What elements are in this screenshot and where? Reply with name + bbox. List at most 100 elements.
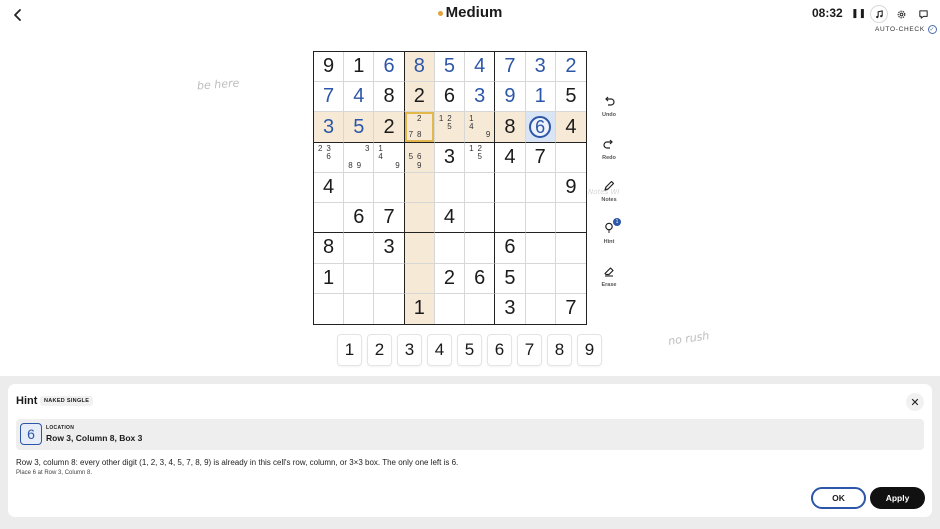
board-cell[interactable] — [344, 233, 375, 264]
board-cell[interactable]: 2 — [374, 112, 405, 143]
number-key[interactable]: 7 — [517, 334, 542, 366]
board-cell[interactable] — [374, 172, 405, 204]
number-key[interactable]: 8 — [547, 334, 572, 366]
undo-button[interactable]: Undo — [595, 94, 623, 118]
board-cell[interactable]: 125 — [434, 112, 466, 143]
board-cell[interactable]: 149 — [374, 142, 405, 173]
board-cell[interactable] — [434, 233, 466, 264]
board-cell[interactable] — [555, 143, 586, 173]
auto-check-toggle[interactable]: AUTO-CHECK ✓ — [875, 25, 937, 34]
board-cell[interactable]: 569 — [404, 142, 435, 173]
board-cell[interactable]: 6 — [434, 82, 466, 113]
hint-button[interactable]: 1 Hint — [595, 218, 623, 245]
board-cell[interactable] — [344, 263, 375, 294]
board-cell[interactable] — [525, 233, 556, 264]
board-cell[interactable]: 4 — [434, 203, 466, 234]
board-cell[interactable]: 7 — [495, 52, 526, 83]
chat-icon[interactable] — [914, 5, 932, 23]
board-cell[interactable]: 7 — [556, 294, 586, 324]
board-cell[interactable]: 8 — [314, 233, 345, 264]
board-cell[interactable] — [404, 172, 435, 204]
board-cell[interactable] — [465, 172, 496, 204]
board-cell[interactable]: 8 — [404, 52, 435, 83]
board-cell[interactable] — [465, 293, 496, 324]
board-cell[interactable]: 4 — [555, 112, 586, 143]
board-cell[interactable]: 5 — [344, 112, 375, 143]
notes-button[interactable]: Notes — [595, 179, 623, 203]
board-cell[interactable] — [555, 264, 586, 294]
board-cell[interactable]: 5 — [434, 52, 466, 83]
board-cell[interactable] — [314, 293, 345, 324]
board-cell[interactable]: 3 — [465, 82, 496, 113]
board-cell[interactable]: 9 — [314, 52, 345, 83]
board-cell[interactable]: 278 — [404, 112, 435, 143]
board-cell[interactable]: 3 — [314, 112, 345, 143]
board-cell[interactable]: 7 — [374, 203, 405, 234]
number-key[interactable]: 2 — [367, 334, 392, 366]
board-cell[interactable]: 4 — [314, 172, 345, 204]
board-cell[interactable] — [314, 203, 345, 234]
redo-button[interactable]: Redo — [595, 137, 623, 161]
board-cell[interactable]: 9 — [555, 173, 586, 204]
board-cell[interactable]: 9 — [495, 82, 526, 113]
board-cell[interactable]: 5 — [555, 82, 586, 113]
number-key[interactable]: 3 — [397, 334, 422, 366]
board-cell[interactable]: 2 — [404, 82, 435, 113]
board-cell[interactable] — [525, 172, 556, 204]
close-icon[interactable]: ✕ — [906, 393, 924, 411]
board-cell[interactable]: 4 — [344, 82, 375, 113]
board-cell[interactable]: 5 — [495, 263, 526, 294]
board-cell[interactable] — [465, 233, 496, 264]
board-cell[interactable]: 4 — [495, 142, 526, 173]
board-cell[interactable] — [344, 293, 375, 324]
board-cell[interactable]: 6 — [495, 233, 526, 264]
apply-button[interactable]: Apply — [870, 487, 925, 509]
board-cell[interactable] — [404, 233, 435, 264]
board-cell[interactable] — [404, 263, 435, 294]
board-cell[interactable]: 149 — [465, 112, 496, 143]
board-cell[interactable] — [495, 172, 526, 204]
board-cell[interactable]: 125 — [465, 142, 496, 173]
board-cell[interactable]: 6 — [374, 52, 405, 83]
board-cell[interactable]: 2 — [555, 52, 586, 83]
board-cell[interactable]: 7 — [314, 82, 345, 113]
board-cell[interactable]: 4 — [465, 52, 496, 83]
board-cell[interactable]: 1 — [314, 263, 345, 294]
erase-button[interactable]: Erase — [595, 264, 623, 288]
board-cell[interactable] — [374, 263, 405, 294]
board-cell[interactable]: 1 — [404, 293, 435, 324]
music-icon[interactable] — [870, 5, 888, 23]
board-cell[interactable] — [344, 172, 375, 204]
board-cell[interactable]: 8 — [374, 82, 405, 113]
board-cell[interactable] — [555, 203, 586, 234]
board-cell[interactable]: 3 — [495, 293, 526, 324]
board-cell[interactable]: 7 — [525, 142, 556, 173]
number-key[interactable]: 4 — [427, 334, 452, 366]
board-cell[interactable]: 2 — [434, 263, 466, 294]
board-cell[interactable] — [495, 203, 526, 234]
board-cell[interactable] — [555, 233, 586, 264]
board-cell[interactable]: 6 — [465, 263, 496, 294]
number-key[interactable]: 6 — [487, 334, 512, 366]
number-key[interactable]: 9 — [577, 334, 602, 366]
board-cell[interactable] — [434, 172, 466, 204]
board-cell[interactable]: 3 — [374, 233, 405, 264]
board-cell[interactable]: 1 — [525, 82, 556, 113]
board-cell[interactable] — [435, 293, 466, 324]
board-cell[interactable] — [525, 263, 556, 294]
board-cell[interactable] — [525, 203, 556, 234]
board-cell[interactable]: 3 — [525, 52, 556, 83]
ok-button[interactable]: OK — [811, 487, 866, 509]
board-cell[interactable]: 8 — [495, 112, 526, 143]
board-cell[interactable] — [404, 203, 435, 234]
board-cell[interactable]: 236 — [314, 142, 345, 173]
board-cell[interactable]: 1 — [344, 52, 375, 83]
board-cell[interactable]: 6 — [525, 112, 556, 143]
pause-icon[interactable]: ❚❚ — [851, 6, 866, 20]
board-cell[interactable] — [526, 293, 556, 324]
board-cell[interactable]: 6 — [344, 203, 375, 234]
board-cell[interactable] — [374, 293, 405, 324]
number-key[interactable]: 1 — [337, 334, 362, 366]
number-key[interactable]: 5 — [457, 334, 482, 366]
board-cell[interactable]: 3 89 — [344, 142, 375, 173]
